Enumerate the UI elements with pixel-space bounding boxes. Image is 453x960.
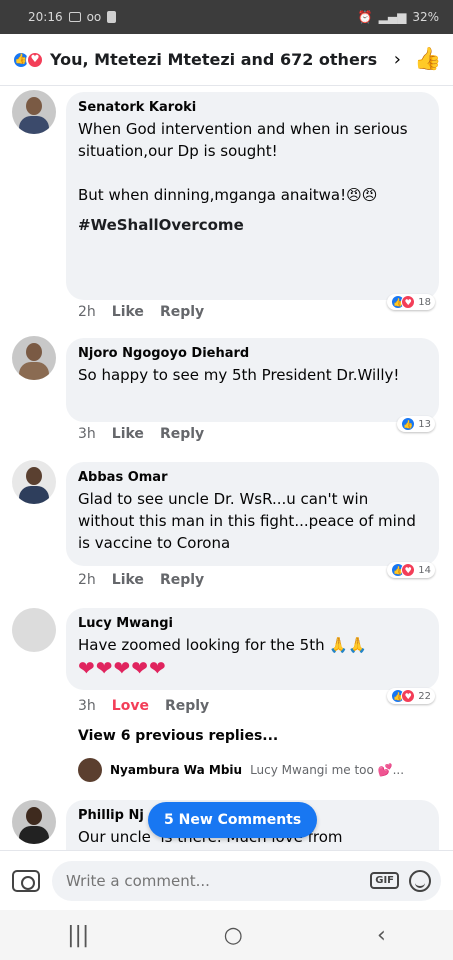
hearts-emoji: ❤❤❤❤❤ xyxy=(78,656,167,680)
love-reaction-icon: ♥ xyxy=(401,563,416,577)
comment-bubble: Lucy Mwangi Have zoomed looking for the … xyxy=(66,608,439,690)
comment-bubble: Senatork Karoki When God intervention an… xyxy=(66,92,439,300)
comment-text: Have zoomed looking for the 5th 🙏🙏 xyxy=(78,636,367,654)
like-reaction-icon: 👍 xyxy=(401,417,416,431)
comment-actions: 2h Like Reply xyxy=(78,304,204,320)
reply-button[interactable]: Reply xyxy=(165,698,209,714)
recent-apps-button[interactable]: ||| xyxy=(67,923,89,948)
comment-author[interactable]: Senatork Karoki xyxy=(78,100,427,115)
reactions-text: You, Mtetezi Mtetezi and 672 others xyxy=(50,50,378,69)
alarm-icon: ⏰ xyxy=(357,10,373,24)
reaction-count[interactable]: 👍 ♥ 22 xyxy=(387,688,435,704)
comment-text: When God intervention and when in seriou… xyxy=(78,120,408,204)
comment-time: 2h xyxy=(78,572,96,588)
home-button[interactable]: ○ xyxy=(224,923,243,948)
avatar[interactable] xyxy=(12,800,56,844)
love-reaction-icon: ♥ xyxy=(401,295,416,309)
avatar[interactable] xyxy=(12,90,56,134)
camera-icon[interactable] xyxy=(12,869,40,892)
like-button[interactable]: Like xyxy=(112,426,144,442)
comment-author[interactable]: Lucy Mwangi xyxy=(78,616,427,631)
comment-time: 2h xyxy=(78,304,96,320)
back-button[interactable]: ‹ xyxy=(377,923,386,948)
comment-bubble: Abbas Omar Glad to see uncle Dr. WsR...u… xyxy=(66,462,439,566)
like-post-button[interactable]: 👍 xyxy=(414,47,441,72)
avatar xyxy=(78,758,102,782)
chevron-right-icon[interactable]: › xyxy=(394,49,401,70)
status-time: 20:16 xyxy=(28,10,63,24)
reply-button[interactable]: Reply xyxy=(160,572,204,588)
reaction-number: 22 xyxy=(418,690,431,702)
reaction-number: 13 xyxy=(418,418,431,430)
like-button[interactable]: Like xyxy=(112,304,144,320)
view-previous-replies-link[interactable]: View 6 previous replies... xyxy=(78,728,278,744)
reaction-count[interactable]: 👍 ♥ 18 xyxy=(387,294,435,310)
comment-actions: 3h Like Reply xyxy=(78,426,204,442)
comment-author[interactable]: Njoro Ngogoyo Diehard xyxy=(78,346,427,361)
comment-time: 3h xyxy=(78,426,96,442)
reply-preview[interactable]: Nyambura Wa Mbiu Lucy Mwangi me too 💕... xyxy=(78,758,404,782)
comment-composer: GIF xyxy=(0,850,453,910)
comments-sheet: 👍 ♥ You, Mtetezi Mtetezi and 672 others … xyxy=(0,34,453,910)
reply-button[interactable]: Reply xyxy=(160,304,204,320)
gif-icon[interactable]: GIF xyxy=(370,872,399,889)
reaction-number: 18 xyxy=(418,296,431,308)
avatar[interactable] xyxy=(12,608,56,652)
status-bar: 20:16 oo ⏰ ▂▄▆ 32% xyxy=(0,0,453,34)
love-reaction-icon: ♥ xyxy=(26,50,44,69)
voicemail-icon: oo xyxy=(86,10,102,24)
reactions-summary[interactable]: 👍 ♥ You, Mtetezi Mtetezi and 672 others … xyxy=(0,34,453,86)
reply-author: Nyambura Wa Mbiu xyxy=(110,763,243,777)
reaction-icons: 👍 ♥ xyxy=(12,50,44,69)
reaction-count[interactable]: 👍 ♥ 14 xyxy=(387,562,435,578)
comment-time: 3h xyxy=(78,698,96,714)
love-reaction-icon: ♥ xyxy=(401,689,416,703)
system-nav-bar: ||| ○ ‹ xyxy=(0,910,453,960)
comment-bubble: Njoro Ngogoyo Diehard So happy to see my… xyxy=(66,338,439,422)
reaction-count[interactable]: 👍 13 xyxy=(397,416,435,432)
notification-icon xyxy=(107,11,117,23)
comment-author[interactable]: Abbas Omar xyxy=(78,470,427,485)
avatar[interactable] xyxy=(12,460,56,504)
comment-text: Glad to see uncle Dr. WsR...u can't win … xyxy=(78,490,421,552)
like-button[interactable]: Like xyxy=(112,572,144,588)
battery-level: 32% xyxy=(412,10,439,24)
comment-actions: 3h Love Reply xyxy=(78,698,209,714)
love-button[interactable]: Love xyxy=(112,698,149,714)
reply-button[interactable]: Reply xyxy=(160,426,204,442)
reply-text: Lucy Mwangi me too 💕... xyxy=(250,763,405,777)
new-comments-button[interactable]: 5 New Comments xyxy=(148,802,318,838)
reaction-number: 14 xyxy=(418,564,431,576)
comment-actions: 2h Like Reply xyxy=(78,572,204,588)
hashtag-link[interactable]: #WeShallOvercome xyxy=(78,216,427,234)
comment-text: So happy to see my 5th President Dr.Will… xyxy=(78,366,400,384)
avatar[interactable] xyxy=(12,336,56,380)
signal-icon: ▂▄▆ xyxy=(378,10,407,24)
comment-input-container: GIF xyxy=(52,860,441,901)
comment-input[interactable] xyxy=(66,871,371,890)
emoji-icon[interactable] xyxy=(409,869,431,892)
gallery-icon xyxy=(68,12,81,22)
